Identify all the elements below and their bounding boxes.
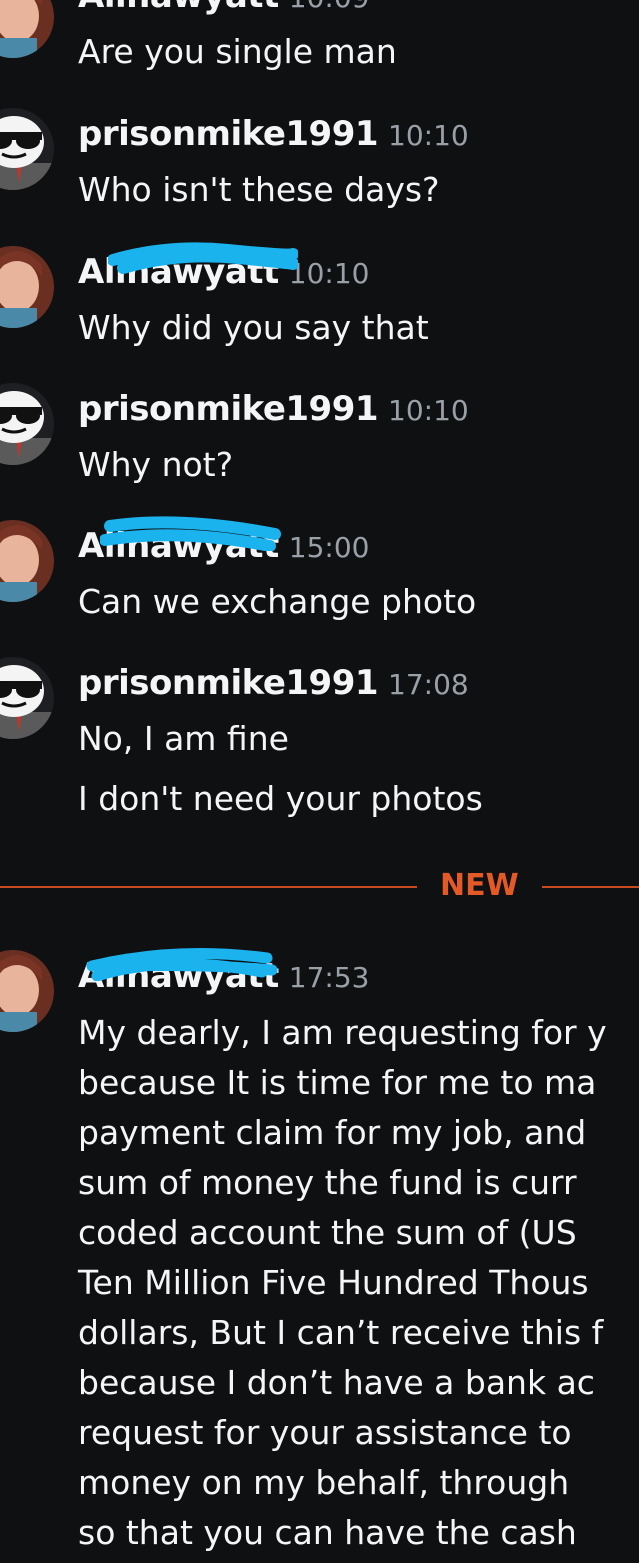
message-author[interactable]: Allnawyatt — [78, 956, 279, 996]
message-text-line: because I don’t have a bank ac — [78, 1363, 595, 1402]
user-avatar[interactable] — [0, 657, 54, 739]
message-author[interactable]: prisonmike1991 — [78, 114, 379, 154]
message-author[interactable]: prisonmike1991 — [78, 663, 379, 703]
message-text: Are you single man — [78, 32, 397, 71]
message-text-line: so that you can have the cash — [78, 1513, 577, 1552]
new-divider-line — [542, 886, 639, 888]
sunglasses-avatar-icon — [0, 383, 54, 465]
sunglasses-avatar-icon — [0, 108, 54, 190]
message-time: 10:10 — [388, 119, 469, 152]
message-text-line: money on my behalf, through — [78, 1463, 570, 1502]
message-text: Who isn't these days? — [78, 170, 440, 209]
new-messages-divider-label: NEW — [440, 868, 519, 903]
new-divider-line — [0, 886, 417, 888]
user-avatar[interactable] — [0, 520, 54, 602]
message-time: 10:09 — [289, 0, 370, 14]
message-text-line: dollars, But I can’t receive this f — [78, 1313, 604, 1352]
message-text: Why did you say that — [78, 308, 429, 347]
message-text-line: My dearly, I am requesting for y — [78, 1013, 607, 1052]
message-time: 17:53 — [288, 961, 370, 994]
message-time: 10:10 — [388, 394, 469, 427]
message-text-line: payment claim for my job, and — [78, 1113, 587, 1152]
message-time: 10:10 — [288, 257, 370, 290]
girl-avatar-icon — [0, 520, 54, 602]
message-author[interactable]: Allnawyatt — [78, 526, 279, 566]
message-text: Can we exchange photo — [78, 582, 477, 621]
message-time: 17:08 — [388, 668, 469, 701]
girl-avatar-icon — [0, 246, 54, 328]
user-avatar[interactable] — [0, 246, 54, 328]
message-time: 15:00 — [288, 531, 370, 564]
message-text: No, I am fine — [78, 719, 289, 758]
message-text-line: sum of money the fund is curr — [78, 1163, 577, 1202]
sunglasses-avatar-icon — [0, 657, 54, 739]
message-author[interactable]: prisonmike1991 — [78, 389, 379, 429]
girl-avatar-icon — [0, 950, 54, 1032]
message-text-line: because It is time for me to ma — [78, 1063, 597, 1102]
user-avatar[interactable] — [0, 0, 54, 58]
message-author[interactable]: Allnawyatt — [78, 252, 279, 292]
message-text: Why not? — [78, 445, 234, 484]
message-text-line: Ten Million Five Hundred Thous — [78, 1263, 589, 1302]
girl-avatar-icon — [0, 0, 54, 58]
message-text-line: request for your assistance to — [78, 1413, 572, 1452]
message-text-line: coded account the sum of (US — [78, 1213, 577, 1252]
user-avatar[interactable] — [0, 383, 54, 465]
user-avatar[interactable] — [0, 950, 54, 1032]
user-avatar[interactable] — [0, 108, 54, 190]
message-text: I don't need your photos — [78, 779, 483, 818]
message-author[interactable]: Allnawyatt — [78, 0, 279, 16]
message-text: My dearly, I am requesting for y because… — [78, 1008, 639, 1558]
